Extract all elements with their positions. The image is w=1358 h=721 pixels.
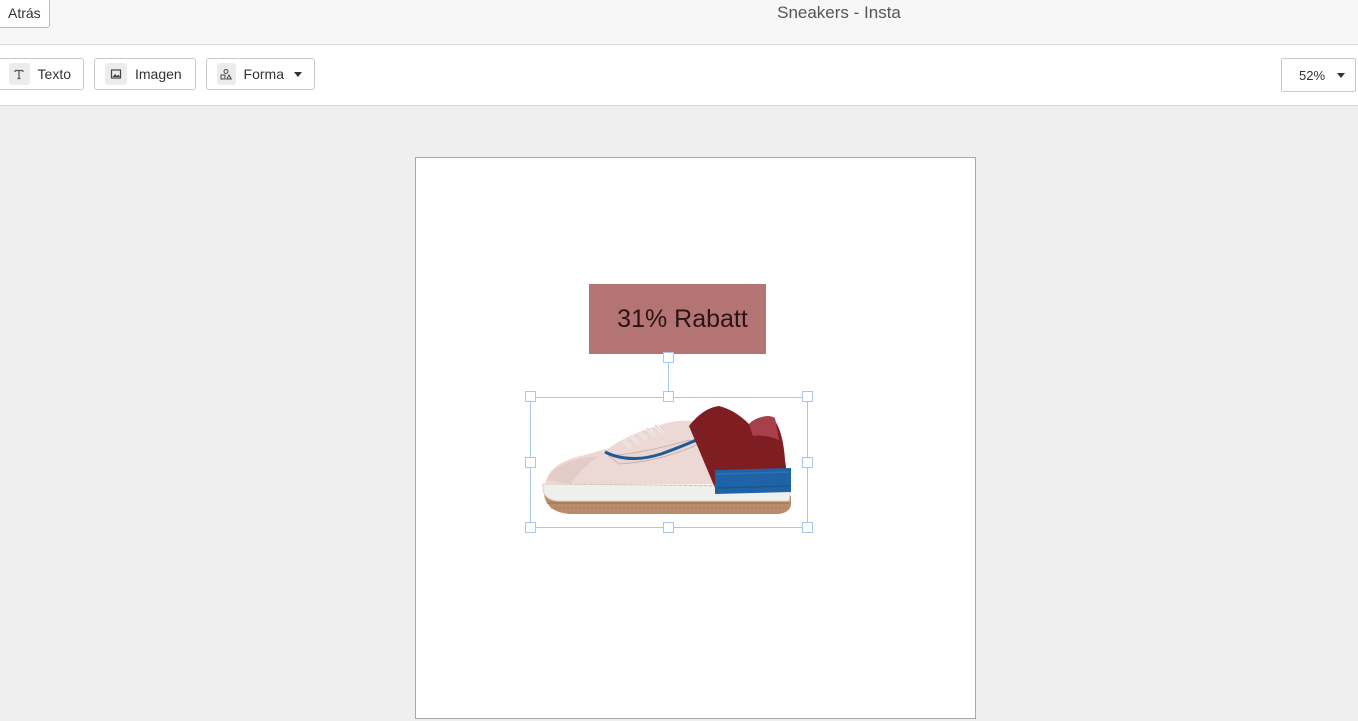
resize-handle-left[interactable] [525, 457, 536, 468]
chevron-down-icon [1337, 72, 1345, 78]
zoom-select[interactable]: 52% [1281, 58, 1356, 92]
discount-text-box[interactable]: 31% Rabatt [589, 284, 766, 354]
zoom-value: 52% [1299, 67, 1326, 83]
resize-handle-top[interactable] [663, 391, 674, 402]
document-title: Sneakers - Insta [777, 3, 901, 22]
resize-handle-top-right[interactable] [802, 391, 813, 402]
add-image-button[interactable]: Imagen [94, 58, 196, 90]
text-icon [9, 63, 30, 85]
resize-handle-bottom[interactable] [663, 522, 674, 533]
rotate-handle[interactable] [663, 352, 674, 363]
resize-handle-top-left[interactable] [525, 391, 536, 402]
add-text-label: Texto [37, 66, 71, 82]
top-bar: Atrás Sneakers - Insta [0, 0, 1358, 45]
toolbar: Texto Imagen Forma 52% [0, 45, 1358, 106]
image-icon [105, 63, 127, 85]
shapes-icon [217, 63, 236, 85]
resize-handle-right[interactable] [802, 457, 813, 468]
add-shape-dropdown[interactable]: Forma [206, 58, 315, 90]
add-text-button[interactable]: Texto [0, 58, 84, 90]
chevron-down-icon [294, 71, 302, 77]
add-image-label: Imagen [135, 66, 182, 82]
resize-handle-bottom-right[interactable] [802, 522, 813, 533]
selection-box [530, 397, 808, 528]
add-shape-label: Forma [243, 66, 284, 82]
design-canvas[interactable]: 31% Rabatt [415, 157, 976, 719]
resize-handle-bottom-left[interactable] [525, 522, 536, 533]
